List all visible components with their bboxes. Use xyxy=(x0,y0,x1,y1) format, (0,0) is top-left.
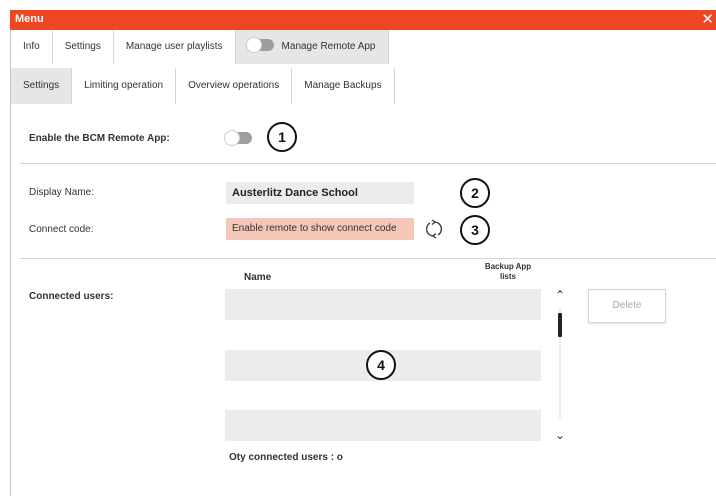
subtab-limiting-operation[interactable]: Limiting operation xyxy=(72,68,177,104)
callout-2: 2 xyxy=(460,178,490,208)
scroll-up-icon[interactable]: ⌃ xyxy=(552,289,568,301)
callout-1: 1 xyxy=(267,122,297,152)
display-name-field[interactable]: Austerlitz Dance School xyxy=(226,182,414,204)
scroll-down-icon[interactable]: ⌄ xyxy=(552,429,568,441)
divider xyxy=(20,258,716,259)
window-title: Menu xyxy=(15,13,44,25)
tab-settings[interactable]: Settings xyxy=(52,30,114,64)
list-item[interactable] xyxy=(225,289,541,320)
divider xyxy=(20,163,716,164)
subtab-overview-operations[interactable]: Overview operations xyxy=(176,68,293,104)
connect-code-label: Connect code: xyxy=(29,224,94,235)
delete-button[interactable]: Delete xyxy=(588,289,666,323)
toggle-knob xyxy=(245,37,262,54)
close-icon[interactable]: ✕ xyxy=(701,10,714,30)
tab-label: Info xyxy=(23,41,40,52)
callout-3: 3 xyxy=(460,215,490,245)
display-name-label: Display Name: xyxy=(29,187,95,198)
tab-label: Settings xyxy=(64,41,101,52)
title-bar: Menu ✕ xyxy=(10,10,716,30)
subtab-label: Settings xyxy=(23,80,60,91)
remote-app-toggle[interactable] xyxy=(245,37,274,54)
tab-info[interactable]: Info xyxy=(11,30,53,64)
tab-label: Manage user playlists xyxy=(125,41,223,52)
enable-remote-label: Enable the BCM Remote App: xyxy=(29,133,170,144)
connected-users-label: Connected users: xyxy=(29,291,114,302)
tab-manage-user-playlists[interactable]: Manage user playlists xyxy=(113,30,236,64)
callout-4: 4 xyxy=(366,350,396,380)
connected-users-count: Oty connected users : o xyxy=(229,452,343,463)
subtab-label: Manage Backups xyxy=(304,80,382,91)
subtab-settings[interactable]: Settings xyxy=(11,68,73,104)
toggle-knob xyxy=(224,130,240,146)
sub-tabs: Settings Limiting operation Overview ope… xyxy=(11,68,395,104)
subtab-label: Overview operations xyxy=(188,80,280,91)
list-item[interactable] xyxy=(225,410,541,441)
connect-code-field: Enable remote to show connect code xyxy=(226,218,414,240)
subtab-label: Limiting operation xyxy=(84,80,164,91)
scrollbar-thumb[interactable] xyxy=(558,313,562,337)
column-header-backup: Backup App lists xyxy=(484,262,532,281)
enable-remote-toggle[interactable] xyxy=(224,130,252,146)
refresh-icon[interactable] xyxy=(424,218,444,240)
subtab-manage-backups[interactable]: Manage Backups xyxy=(292,68,395,104)
tab-manage-remote-app[interactable]: Manage Remote App xyxy=(235,30,389,64)
top-tabs: Info Settings Manage user playlists Mana… xyxy=(11,30,389,64)
column-header-name: Name xyxy=(244,272,272,283)
tab-label: Manage Remote App xyxy=(281,41,376,52)
